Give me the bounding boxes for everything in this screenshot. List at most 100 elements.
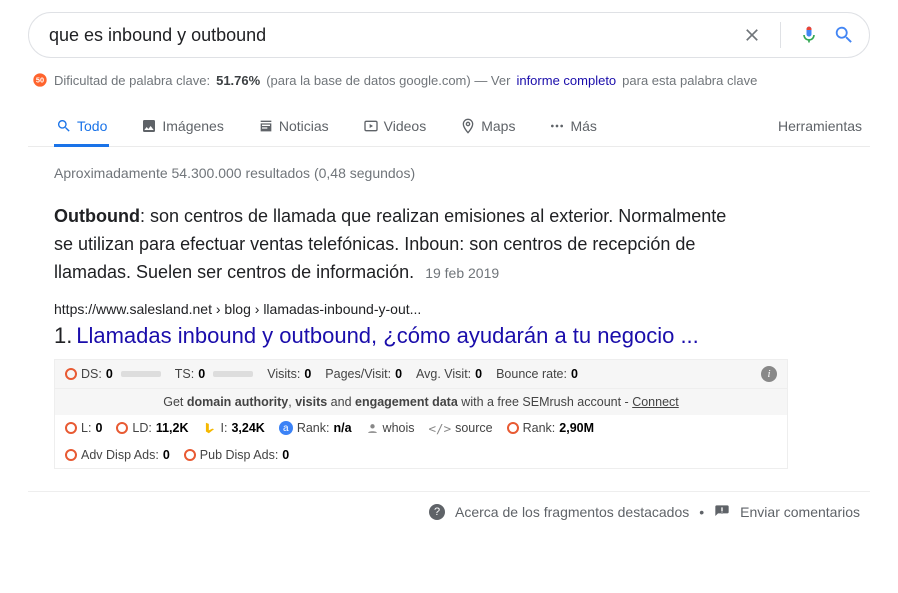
bing-icon [203, 421, 217, 435]
tab-maps-label: Maps [481, 118, 515, 134]
avg-label: Avg. Visit: [416, 367, 471, 381]
tab-all-label: Todo [77, 118, 107, 134]
pub-label: Pub Disp Ads: [200, 448, 279, 462]
kwd-percent: 51.76% [216, 73, 260, 88]
result-url[interactable]: https://www.salesland.net › blog › llama… [54, 301, 788, 317]
tab-maps[interactable]: Maps [458, 108, 517, 146]
promo-p1: Get [163, 395, 187, 409]
adv-value: 0 [163, 448, 170, 462]
search-result: https://www.salesland.net › blog › llama… [28, 301, 788, 469]
whois-link[interactable]: whois [366, 421, 415, 435]
kwd-suffix: para esta palabra clave [622, 73, 757, 88]
seo-metrics-box: DS: 0 TS: 0 Visits: 0 Pages/Visit: 0 Avg… [54, 359, 788, 469]
code-icon: </> [429, 421, 452, 436]
image-icon [141, 118, 157, 134]
circle-icon [65, 449, 77, 461]
ld-value: 11,2K [156, 421, 189, 435]
rank-label: Rank: [297, 421, 330, 435]
about-snippets-link[interactable]: Acerca de los fragmentos destacados [455, 504, 689, 520]
pub-value: 0 [282, 448, 289, 462]
alexa-icon: a [279, 421, 293, 435]
kwd-report-link[interactable]: informe completo [516, 73, 616, 88]
connect-link[interactable]: Connect [632, 395, 679, 409]
feedback-icon [714, 504, 730, 520]
ts-value: 0 [198, 367, 205, 381]
tab-images[interactable]: Imágenes [139, 108, 225, 146]
bar-icon [121, 371, 161, 377]
seo-row-1: DS: 0 TS: 0 Visits: 0 Pages/Visit: 0 Avg… [55, 360, 787, 388]
ds-value: 0 [106, 367, 113, 381]
ts-label: TS: [175, 367, 194, 381]
snippet-bold: Outbound [54, 206, 140, 226]
featured-snippet: Outbound: son centros de llamada que rea… [28, 203, 728, 287]
l-label: L: [81, 421, 91, 435]
search-bar[interactable]: que es inbound y outbound [28, 12, 870, 58]
separator [780, 22, 781, 48]
info-icon[interactable]: i [761, 366, 777, 382]
snippet-body: : son centros de llamada que realizan em… [54, 206, 726, 282]
help-icon[interactable]: ? [429, 504, 445, 520]
tab-images-label: Imágenes [162, 118, 223, 134]
snippet-footer: ? Acerca de los fragmentos destacados • … [28, 491, 870, 520]
visits-label: Visits: [267, 367, 300, 381]
keyword-difficulty-bar: 50 Dificultad de palabra clave: 51.76% (… [28, 72, 870, 88]
adv-label: Adv Disp Ads: [81, 448, 159, 462]
search-small-icon [56, 118, 72, 134]
promo-p4: with a free SEMrush account - [458, 395, 632, 409]
result-stats: Aproximadamente 54.300.000 resultados (0… [28, 165, 870, 181]
tab-all[interactable]: Todo [54, 108, 109, 146]
video-icon [363, 118, 379, 134]
pages-label: Pages/Visit: [325, 367, 391, 381]
i-label: I: [221, 421, 228, 435]
tools-label: Herramientas [778, 118, 862, 134]
result-rank: 1. [54, 323, 72, 348]
whois-label: whois [383, 421, 415, 435]
i-value: 3,24K [231, 421, 264, 435]
seo-row-2: L: 0 LD: 11,2K I: 3,24K a Rank: n/a whois… [55, 415, 787, 442]
circle-icon [116, 422, 128, 434]
tab-more-label: Más [570, 118, 596, 134]
tab-videos-label: Videos [384, 118, 427, 134]
l-value: 0 [95, 421, 102, 435]
circle-icon [507, 422, 519, 434]
promo-b3: engagement data [355, 395, 458, 409]
search-input[interactable]: que es inbound y outbound [49, 25, 742, 46]
tab-more[interactable]: Más [547, 108, 598, 146]
clear-icon[interactable] [742, 25, 762, 45]
pages-value: 0 [395, 367, 402, 381]
promo-b1: domain authority [187, 395, 288, 409]
source-link[interactable]: </>source [429, 421, 493, 436]
search-tabs: Todo Imágenes Noticias Videos Maps Más H… [28, 108, 870, 147]
circle-icon [65, 368, 77, 380]
avg-value: 0 [475, 367, 482, 381]
semrush-icon: 50 [32, 72, 48, 88]
search-icon[interactable] [833, 24, 855, 46]
bounce-label: Bounce rate: [496, 367, 567, 381]
more-icon [549, 118, 565, 134]
visits-value: 0 [304, 367, 311, 381]
seo-row-3: Adv Disp Ads: 0 Pub Disp Ads: 0 [55, 442, 787, 468]
circle-icon [65, 422, 77, 434]
promo-p3: and [327, 395, 355, 409]
snippet-date: 19 feb 2019 [425, 265, 499, 281]
tab-videos[interactable]: Videos [361, 108, 429, 146]
tab-news-label: Noticias [279, 118, 329, 134]
tab-news[interactable]: Noticias [256, 108, 331, 146]
mic-icon[interactable] [799, 24, 819, 46]
bounce-value: 0 [571, 367, 578, 381]
maps-icon [460, 118, 476, 134]
dot-separator: • [699, 504, 704, 520]
source-label: source [455, 421, 493, 435]
kwd-mid: (para la base de datos google.com) — Ver [266, 73, 510, 88]
ds-label: DS: [81, 367, 102, 381]
promo-b2: visits [295, 395, 327, 409]
send-feedback-link[interactable]: Enviar comentarios [740, 504, 860, 520]
news-icon [258, 118, 274, 134]
tools-link[interactable]: Herramientas [770, 108, 870, 146]
circle-icon [184, 449, 196, 461]
result-title[interactable]: Llamadas inbound y outbound, ¿cómo ayuda… [76, 323, 699, 348]
rank2-value: 2,90M [559, 421, 594, 435]
kwd-prefix: Dificultad de palabra clave: [54, 73, 210, 88]
rank-value: n/a [333, 421, 351, 435]
ld-label: LD: [132, 421, 151, 435]
